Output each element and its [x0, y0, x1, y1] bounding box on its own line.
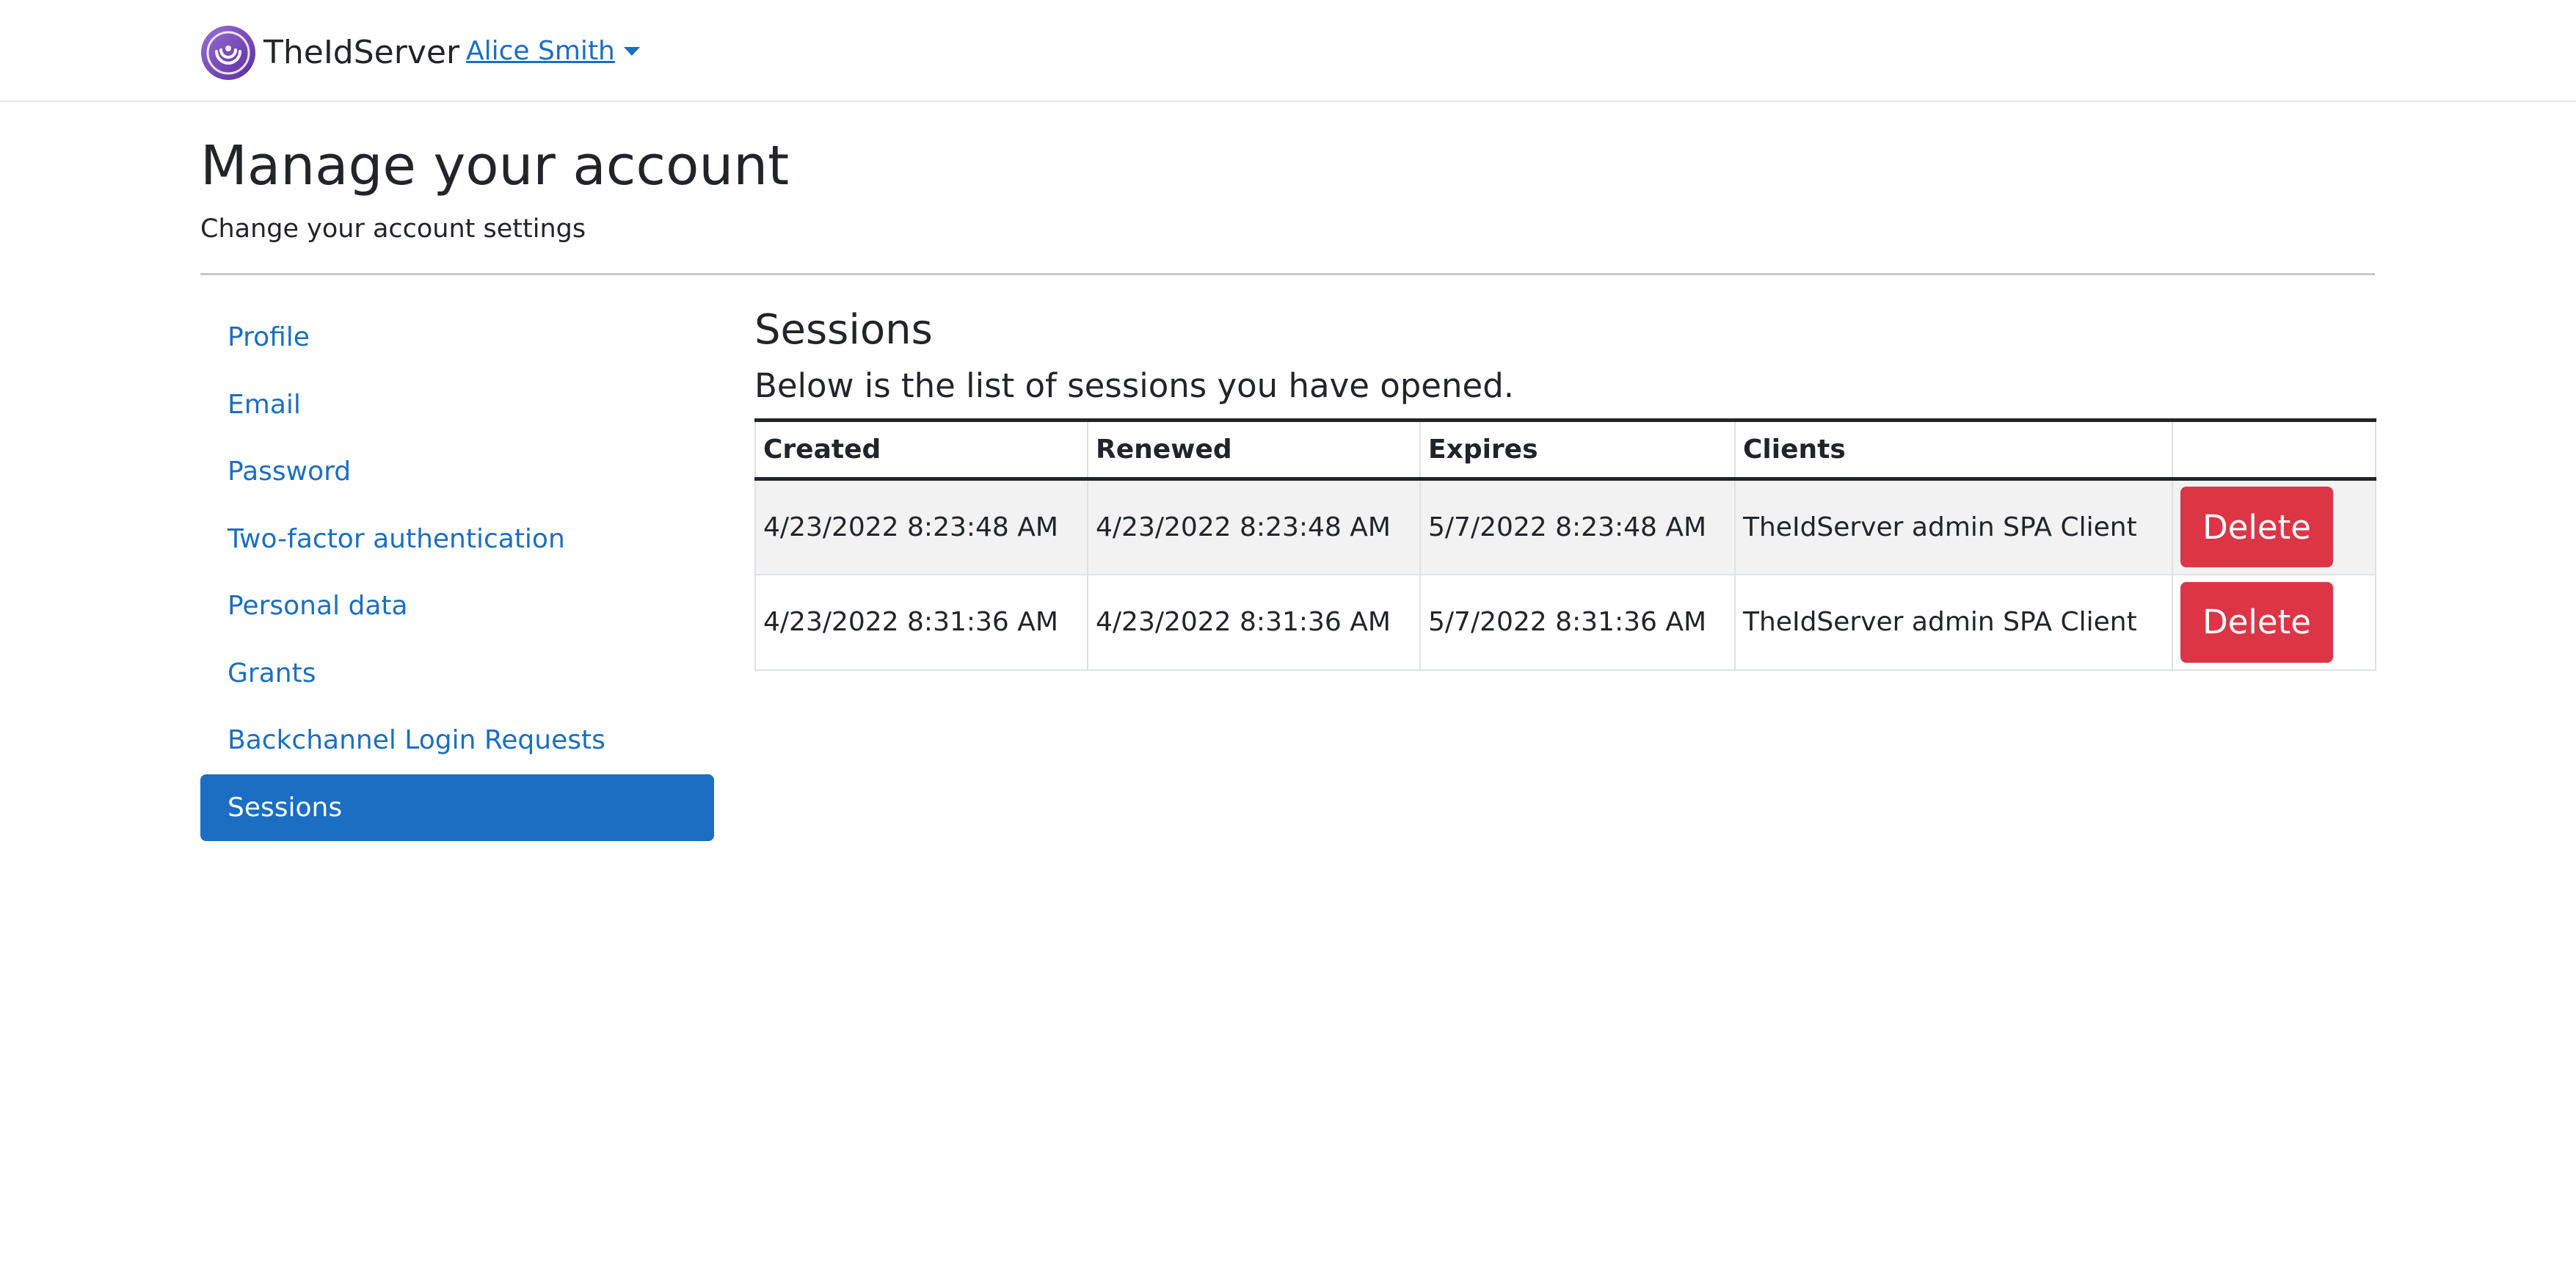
sidebar-item-personal-data[interactable]: Personal data	[200, 572, 714, 640]
sidebar-item-profile[interactable]: Profile	[200, 304, 714, 371]
sidebar-item-two-factor-authentication[interactable]: Two-factor authentication	[200, 506, 714, 573]
brand-name[interactable]: TheIdServer	[263, 27, 459, 79]
cell-expires: 5/7/2022 8:31:36 AM	[1419, 573, 1736, 671]
brand[interactable]: TheIdServer	[200, 25, 459, 81]
sidebar-item-grants[interactable]: Grants	[200, 640, 714, 708]
table-header-row: Created Renewed Expires Clients	[754, 418, 2376, 481]
page-subtitle: Change your account settings	[200, 214, 586, 244]
sessions-table: Created Renewed Expires Clients 4/23/202…	[754, 418, 2376, 671]
sidebar-item-label[interactable]: Email	[228, 390, 301, 420]
column-header-clients: Clients	[1734, 418, 2173, 481]
sidebar-item-password[interactable]: Password	[200, 438, 714, 506]
sidebar-item-label[interactable]: Profile	[228, 322, 310, 352]
cell-created: 4/23/2022 8:23:48 AM	[754, 478, 1088, 575]
sidebar-item-email[interactable]: Email	[200, 371, 714, 439]
user-menu-label[interactable]: Alice Smith	[466, 32, 615, 70]
delete-session-button[interactable]: Delete	[2180, 487, 2333, 568]
column-header-created: Created	[754, 418, 1088, 481]
table-row: 4/23/2022 8:31:36 AM 4/23/2022 8:31:36 A…	[754, 573, 2376, 671]
cell-renewed: 4/23/2022 8:23:48 AM	[1087, 478, 1421, 575]
sidebar-item-label[interactable]: Two-factor authentication	[228, 524, 565, 554]
sidebar-item-label[interactable]: Grants	[228, 658, 316, 688]
cell-actions: Delete	[2172, 573, 2376, 671]
cell-created: 4/23/2022 8:31:36 AM	[754, 573, 1088, 671]
sidebar-item-backchannel-login-requests[interactable]: Backchannel Login Requests	[200, 707, 714, 774]
cell-expires: 5/7/2022 8:23:48 AM	[1419, 478, 1736, 575]
column-header-expires: Expires	[1419, 418, 1736, 481]
sidebar-item-label[interactable]: Backchannel Login Requests	[228, 725, 605, 755]
column-header-actions	[2172, 418, 2376, 481]
page-title: Manage your account	[200, 134, 790, 197]
delete-session-button[interactable]: Delete	[2180, 581, 2333, 663]
column-header-renewed: Renewed	[1087, 418, 1421, 481]
section-description: Below is the list of sessions you have o…	[754, 366, 1515, 405]
cell-actions: Delete	[2172, 478, 2376, 575]
sidebar-item-label[interactable]: Password	[228, 457, 351, 487]
section-title: Sessions	[754, 306, 933, 354]
theidserver-logo-icon	[201, 26, 255, 80]
account-sidebar-nav: Profile Email Password Two-factor authen…	[200, 304, 714, 841]
sidebar-item-sessions[interactable]: Sessions	[200, 774, 714, 841]
sidebar-item-label[interactable]: Personal data	[228, 591, 408, 621]
sidebar-item-label[interactable]: Sessions	[228, 793, 342, 823]
header-divider	[200, 273, 2375, 275]
table-row: 4/23/2022 8:23:48 AM 4/23/2022 8:23:48 A…	[754, 478, 2376, 575]
caret-down-icon[interactable]	[623, 47, 640, 56]
user-menu-dropdown[interactable]: Alice Smith	[466, 32, 640, 70]
cell-renewed: 4/23/2022 8:31:36 AM	[1087, 573, 1421, 671]
top-navbar: TheIdServer Alice Smith	[0, 0, 2576, 102]
cell-clients: TheIdServer admin SPA Client	[1734, 573, 2173, 671]
cell-clients: TheIdServer admin SPA Client	[1734, 478, 2173, 575]
